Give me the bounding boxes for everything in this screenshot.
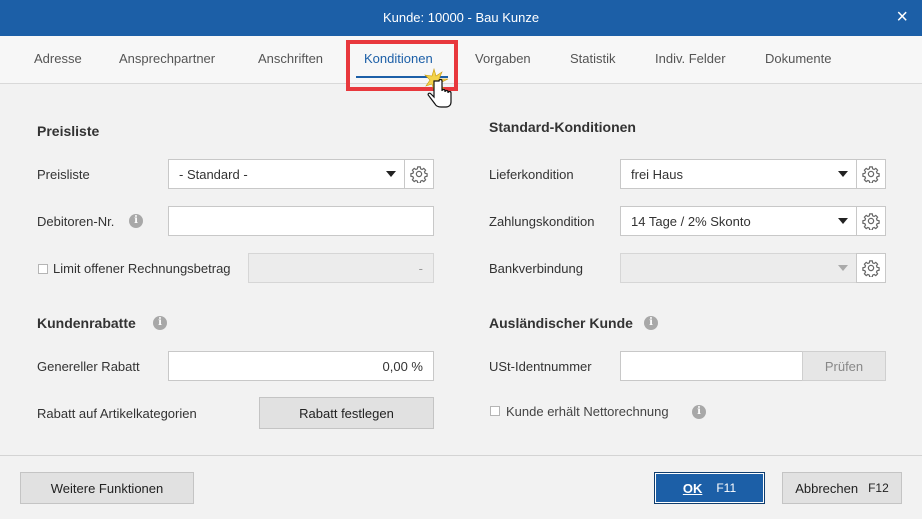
gear-icon xyxy=(410,166,428,183)
lieferkondition-label: Lieferkondition xyxy=(489,167,574,182)
standard-konditionen-heading: Standard-Konditionen xyxy=(489,119,636,135)
chevron-down-icon xyxy=(838,265,848,271)
zahlungskondition-select[interactable]: 14 Tage / 2% Skonto xyxy=(620,206,857,236)
gear-icon xyxy=(862,260,880,277)
window-title: Kunde: 10000 - Bau Kunze xyxy=(382,10,540,25)
chevron-down-icon xyxy=(838,171,848,177)
tab-dokumente[interactable]: Dokumente xyxy=(765,51,831,66)
tab-adresse[interactable]: Adresse xyxy=(34,51,82,66)
rabatt-label: Genereller Rabatt xyxy=(37,359,140,374)
zahlungskondition-label: Zahlungskondition xyxy=(489,214,595,229)
limit-input: - xyxy=(248,253,434,283)
chevron-down-icon xyxy=(386,171,396,177)
tab-vorgaben[interactable]: Vorgaben xyxy=(475,51,531,66)
zahlungskondition-value: 14 Tage / 2% Skonto xyxy=(631,214,751,229)
info-icon[interactable]: i xyxy=(153,316,167,330)
tab-anschriften[interactable]: Anschriften xyxy=(258,51,323,66)
debitoren-input[interactable] xyxy=(168,206,434,236)
nettorechnung-label[interactable]: Kunde erhält Nettorechnung xyxy=(506,404,669,419)
rabatt-festlegen-button[interactable]: Rabatt festlegen xyxy=(259,397,434,429)
limit-checkbox[interactable] xyxy=(38,264,48,274)
info-icon[interactable]: i xyxy=(644,316,658,330)
debitoren-label: Debitoren-Nr. xyxy=(37,214,115,229)
auslaendischer-kunde-heading: Ausländischer Kunde xyxy=(489,315,633,331)
title-bar: Kunde: 10000 - Bau Kunze × xyxy=(0,0,922,36)
artikelkategorien-label: Rabatt auf Artikelkategorien xyxy=(37,406,197,421)
konditionen-panel: Preisliste Preisliste - Standard - Debit… xyxy=(0,85,922,455)
abbrechen-shortcut: F12 xyxy=(868,481,889,495)
gear-icon xyxy=(862,166,880,183)
preisliste-value: - Standard - xyxy=(179,167,248,182)
weitere-funktionen-button[interactable]: Weitere Funktionen xyxy=(20,472,194,504)
tab-bar: Adresse Ansprechpartner Anschriften Kond… xyxy=(0,36,922,84)
ok-label: OK xyxy=(682,480,703,496)
preisliste-label: Preisliste xyxy=(37,167,90,182)
rabatt-input[interactable]: 0,00 % xyxy=(168,351,434,381)
bankverbindung-gear-button[interactable] xyxy=(856,253,886,283)
kundenrabatte-heading: Kundenrabatte xyxy=(37,315,136,331)
ok-button[interactable]: OK F11 xyxy=(654,472,765,504)
limit-label[interactable]: Limit offener Rechnungsbetrag xyxy=(53,261,231,276)
abbrechen-label: Abbrechen xyxy=(795,480,859,496)
close-icon[interactable]: × xyxy=(896,7,908,27)
ust-input[interactable] xyxy=(620,351,803,381)
preisliste-gear-button[interactable] xyxy=(404,159,434,189)
ust-label: USt-Identnummer xyxy=(489,359,592,374)
lieferkondition-gear-button[interactable] xyxy=(856,159,886,189)
zahlungskondition-gear-button[interactable] xyxy=(856,206,886,236)
ok-shortcut: F11 xyxy=(716,481,737,495)
tab-ansprechpartner[interactable]: Ansprechpartner xyxy=(119,51,215,66)
hand-pointer-icon xyxy=(424,67,452,108)
tab-indiv-felder[interactable]: Indiv. Felder xyxy=(655,51,726,66)
info-icon[interactable]: i xyxy=(129,214,143,228)
abbrechen-button[interactable]: Abbrechen F12 xyxy=(782,472,902,504)
dialog-footer: Weitere Funktionen OK F11 Abbrechen F12 xyxy=(0,455,922,519)
bankverbindung-label: Bankverbindung xyxy=(489,261,583,276)
info-icon[interactable]: i xyxy=(692,405,706,419)
nettorechnung-checkbox[interactable] xyxy=(490,406,500,416)
weitere-funktionen-label: Weitere Funktionen xyxy=(50,480,164,496)
preisliste-heading: Preisliste xyxy=(37,123,100,139)
chevron-down-icon xyxy=(838,218,848,224)
preisliste-select[interactable]: - Standard - xyxy=(168,159,405,189)
tab-statistik[interactable]: Statistik xyxy=(570,51,616,66)
pruefen-button: Prüfen xyxy=(802,351,886,381)
lieferkondition-value: frei Haus xyxy=(631,167,684,182)
gear-icon xyxy=(862,213,880,230)
lieferkondition-select[interactable]: frei Haus xyxy=(620,159,857,189)
bankverbindung-select xyxy=(620,253,857,283)
